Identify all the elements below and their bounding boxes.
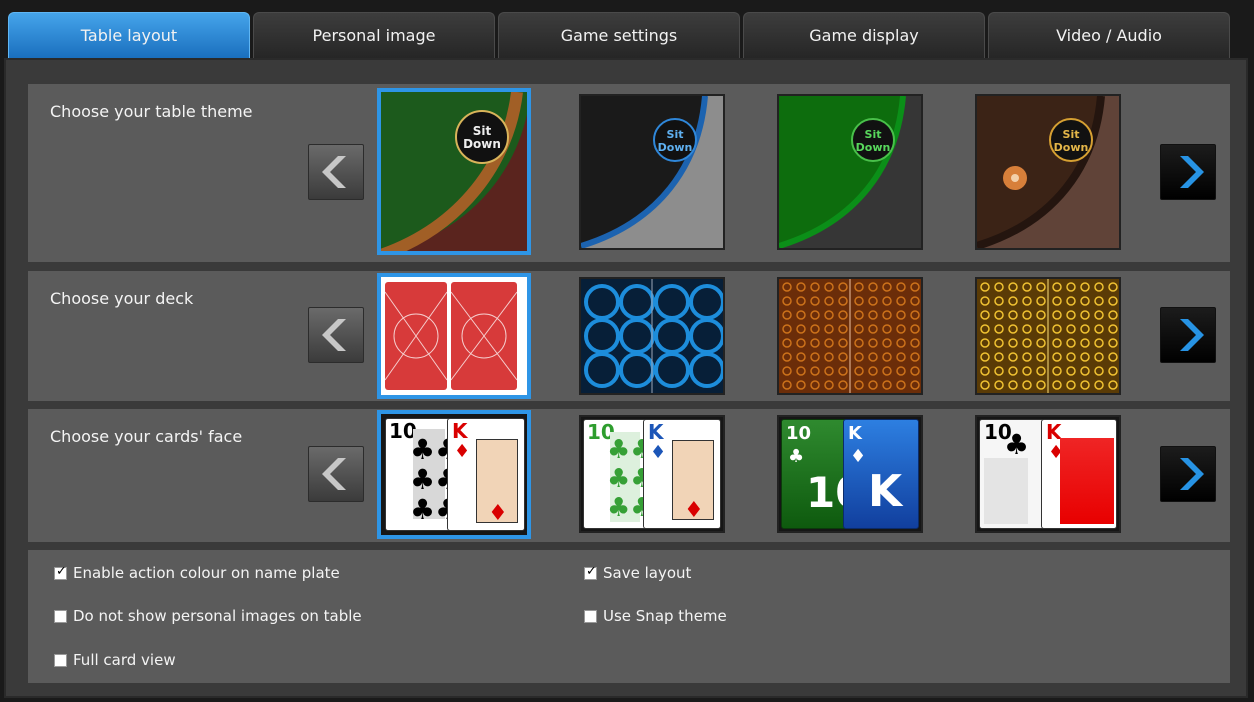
rank-label: 10 [786,423,812,444]
tab-table-layout[interactable]: Table layout [8,12,250,58]
settings-tabs: Table layout Personal image Game setting… [8,12,1230,58]
diamond-icon: ♦ [650,442,667,463]
face-thumb-2[interactable]: 10 ♣♣♣♣♣♣ K ♦ ♦ [579,415,725,533]
option-label: Save layout [603,564,692,582]
option-label: Use Snap theme [603,607,727,625]
table-theme-preview-icon [779,96,921,248]
deck-row: Choose your deck [28,271,1230,401]
chevron-right-icon [1180,156,1204,188]
checkbox-checked[interactable] [584,564,597,580]
face-label: Choose your cards' face [50,427,243,446]
theme-thumb-4[interactable]: Sit Down [975,94,1121,250]
deck-label: Choose your deck [50,289,194,308]
use-snap-theme-option[interactable]: Use Snap theme [584,607,727,625]
face-next-button[interactable] [1160,446,1216,502]
ten-card: 10 ♣♣♣♣♣♣ [583,419,647,529]
deck-thumb-1[interactable] [377,273,531,399]
theme-thumb-2[interactable]: Sit Down [579,94,725,250]
face-thumb-3[interactable]: 10 ♣ 10 K ♦ K [777,415,923,533]
tab-video-audio[interactable]: Video / Audio [988,12,1230,58]
face-thumb-1[interactable]: 10 ♣♣♣♣♣♣ K ♦ ♦ [377,410,531,539]
big-ten-label: 10 [806,468,846,517]
club-icon: ♣♣♣♣♣♣ [410,433,450,526]
king-card: K ♦ [1041,419,1117,529]
chevron-right-icon [1180,458,1204,490]
ten-card: 10 ♣ [979,419,1045,529]
chevron-left-icon [322,156,346,188]
diamond-icon: ♦ [684,498,704,523]
sit-down-badge: Sit Down [455,110,509,164]
checkbox-unchecked[interactable] [54,653,67,667]
deck-thumb-4[interactable] [975,277,1121,395]
sit-down-badge: Sit Down [851,118,895,162]
deck-next-button[interactable] [1160,307,1216,363]
table-theme-row: Choose your table theme Sit Down Sit Down … [28,84,1230,262]
sit-down-badge: Sit Down [653,118,697,162]
king-card: K ♦ ♦ [643,419,721,529]
rank-label: K [452,419,468,443]
table-theme-preview-icon [977,96,1119,248]
deck-prev-button[interactable] [308,307,364,363]
club-icon: ♣♣♣♣♣♣ [607,435,646,523]
king-silhouette-icon [1060,438,1114,524]
chevron-left-icon [322,458,346,490]
deck-thumb-3[interactable] [777,277,923,395]
theme-thumb-1[interactable]: Sit Down [377,88,531,255]
card-back-icon [977,279,1119,393]
do-not-show-images-option[interactable]: Do not show personal images on table [54,607,362,625]
card-shadow [984,458,1028,524]
checkbox-unchecked[interactable] [584,609,597,623]
enable-action-colour-option[interactable]: Enable action colour on name plate [54,564,340,582]
tab-personal-image[interactable]: Personal image [253,12,495,58]
card-face-row: Choose your cards' face 10 ♣♣♣♣♣♣ K ♦ ♦ … [28,409,1230,542]
tab-game-display[interactable]: Game display [743,12,985,58]
card-back-icon [381,277,527,395]
tab-game-settings[interactable]: Game settings [498,12,740,58]
chevron-right-icon [1180,319,1204,351]
diamond-icon: ♦ [454,441,471,462]
table-theme-preview-icon [381,92,527,251]
chevron-left-icon [322,319,346,351]
king-card: K ♦ K [843,419,919,529]
club-icon: ♣ [788,446,805,467]
checkbox-checked[interactable] [54,564,67,580]
options-panel: Enable action colour on name plate Do no… [28,550,1230,683]
rank-label: K [648,420,664,444]
diamond-icon: ♦ [850,446,867,467]
ten-card: 10 ♣♣♣♣♣♣ [385,418,451,531]
save-layout-option[interactable]: Save layout [584,564,691,582]
option-label: Do not show personal images on table [73,607,362,625]
checkbox-unchecked[interactable] [54,609,67,623]
face-thumb-4[interactable]: 10 ♣ K ♦ [975,415,1121,533]
full-card-view-option[interactable]: Full card view [54,651,176,669]
ten-card: 10 ♣ 10 [781,419,847,529]
club-icon: ♣ [1004,428,1030,461]
face-prev-button[interactable] [308,446,364,502]
diamond-icon: ♦ [488,501,508,526]
option-label: Full card view [73,651,176,669]
theme-next-button[interactable] [1160,144,1216,200]
table-theme-preview-icon [581,96,723,248]
option-label: Enable action colour on name plate [73,564,340,582]
card-back-icon [779,279,921,393]
card-back-icon [581,279,723,393]
theme-label: Choose your table theme [50,102,253,121]
sit-down-badge: Sit Down [1049,118,1093,162]
deck-thumb-2[interactable] [579,277,725,395]
rank-label: K [848,423,862,444]
theme-prev-button[interactable] [308,144,364,200]
theme-thumb-3[interactable]: Sit Down [777,94,923,250]
king-card: K ♦ ♦ [447,418,525,531]
big-king-label: K [868,466,903,517]
